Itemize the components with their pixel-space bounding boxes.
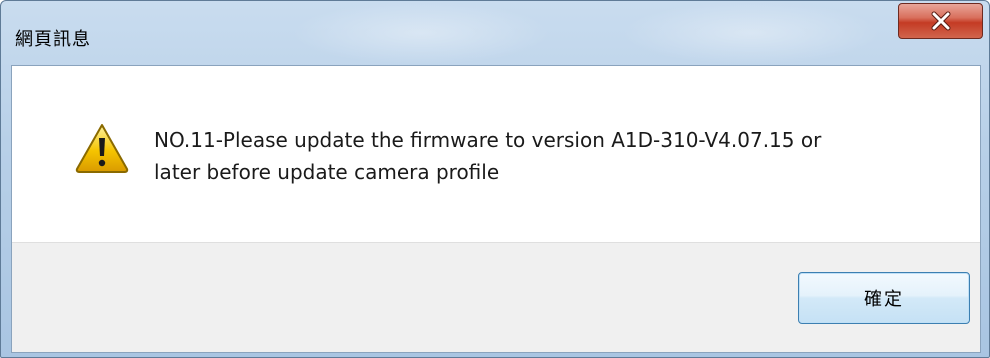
message-line-2: later before update camera profile xyxy=(154,160,500,184)
dialog-client-area: NO.11-Please update the firmware to vers… xyxy=(11,65,981,353)
message-text: NO.11-Please update the firmware to vers… xyxy=(154,124,914,188)
close-icon xyxy=(931,11,950,31)
warning-icon xyxy=(75,124,129,173)
message-panel: NO.11-Please update the firmware to vers… xyxy=(12,66,980,242)
button-panel: 確定 xyxy=(12,242,980,352)
dialog-window: 網頁訊息 NO.11-Please update the firmware to… xyxy=(0,0,990,358)
window-title: 網頁訊息 xyxy=(15,29,91,50)
message-line-1: NO.11-Please update the firmware to vers… xyxy=(154,128,822,152)
ok-button[interactable]: 確定 xyxy=(798,272,970,324)
title-bar[interactable]: 網頁訊息 xyxy=(1,1,989,65)
close-button[interactable] xyxy=(898,3,983,39)
